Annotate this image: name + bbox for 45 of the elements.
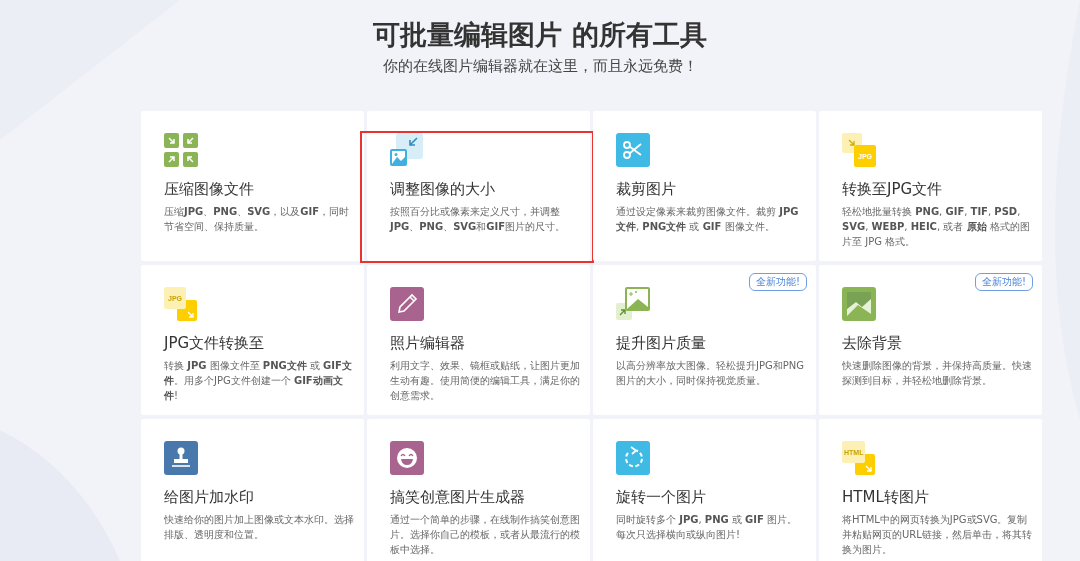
tool-description: 通过设定像素来裁剪图像文件。裁剪 JPG文件, PNG文件 或 GIF 图像文件。	[616, 205, 800, 234]
tool-card[interactable]: 照片编辑器 利用文字、效果、镜框或贴纸，让图片更加生动有趣。使用简便的编辑工具，满足你的创意需求。	[367, 265, 590, 415]
tool-title: 提升图片质量	[616, 333, 707, 353]
page-subtitle: 你的在线图片编辑器就在这里，而且永远免费！	[381, 57, 699, 76]
upscale-image-icon	[616, 287, 650, 321]
tool-description: 按照百分比或像素来定义尺寸，并调整JPG、PNG、SVG和GIF图片的尺寸。	[390, 205, 567, 234]
tool-title: 搞笑创意图片生成器	[390, 487, 526, 507]
tool-description: 轻松地批量转换 PNG, GIF, TIF, PSD, SVG, WEBP, HEIC, 或者 原始 格式的图片至 JPG 格式。	[842, 205, 1031, 249]
tool-title: 转换至JPG文件	[842, 179, 944, 199]
compress-arrows-icon	[164, 133, 198, 167]
tool-description: 同时旋转多个 JPG, PNG 或 GIF 图片。每次只选择横向或纵向图片!	[616, 513, 799, 542]
tool-description: 压缩JPG、PNG、SVG，以及GIF，同时节省空间、保持质量。	[164, 205, 351, 234]
tool-title: 裁剪图片	[616, 179, 677, 199]
tool-card[interactable]: 裁剪图片 通过设定像素来裁剪图像文件。裁剪 JPG文件, PNG文件 或 GIF 图像文件。	[593, 111, 816, 261]
tool-description: 以高分辨率放大图像。轻松提升JPG和PNG图片的大小，同时保持视觉质量。	[616, 359, 805, 388]
laughing-face-icon	[390, 441, 424, 475]
rotate-icon	[616, 441, 650, 475]
resize-image-icon	[390, 133, 424, 167]
tool-card[interactable]: 压缩图像文件 压缩JPG、PNG、SVG，以及GIF，同时节省空间、保持质量。	[141, 111, 364, 261]
tool-title: HTML转图片	[842, 487, 930, 507]
tool-card[interactable]: 全新功能! 提升图片质量 以高分辨率放大图像。轻松提升JPG和PNG图片的大小，同时保持视觉质量。	[593, 265, 816, 415]
pencil-icon	[390, 287, 424, 321]
tool-title: JPG文件转换至	[164, 333, 266, 353]
tool-title: 旋转一个图片	[616, 487, 707, 507]
tool-description: 利用文字、效果、镜框或贴纸，让图片更加生动有趣。使用简便的编辑工具，满足你的创意需求。	[390, 359, 580, 403]
tool-title: 调整图像的大小	[390, 179, 496, 199]
tool-card[interactable]: 全新功能! 去除背景 快速删除图像的背景，并保持高质量。快速探测到目标，并轻松地删除背景。	[819, 265, 1042, 415]
remove-background-icon	[842, 287, 876, 321]
tool-card[interactable]: 旋转一个图片 同时旋转多个 JPG, PNG 或 GIF 图片。每次只选择横向或纵向图片!	[593, 419, 816, 561]
tool-description: 转换 JPG 图像文件至 PNG文件 或 GIF文件。用多个JPG文件创建一个 GIF动画文件!	[164, 359, 353, 403]
tool-title: 去除背景	[842, 333, 903, 353]
tool-card[interactable]: 给图片加水印 快速给你的图片加上图像或文本水印。选择排版、透明度和位置。	[141, 419, 364, 561]
tool-card[interactable]: 搞笑创意图片生成器 通过一个简单的步骤，在线制作搞笑创意图片。选择你自己的模板，或者从最流行的模板中选择。	[367, 419, 590, 561]
tool-description: 快速删除图像的背景，并保持高质量。快速探测到目标，并轻松地删除背景。	[842, 359, 1032, 388]
tool-title: 给图片加水印	[164, 487, 255, 507]
tool-title: 压缩图像文件	[164, 179, 255, 199]
new-feature-badge: 全新功能!	[975, 273, 1033, 291]
tool-description: 快速给你的图片加上图像或文本水印。选择排版、透明度和位置。	[164, 513, 354, 542]
tool-description: 将HTML中的网页转换为JPG或SVG。复制并粘贴网页的URL链接，然后单击，将其转换为图片。	[842, 513, 1032, 557]
tool-title: 照片编辑器	[390, 333, 466, 353]
stamp-icon	[164, 441, 198, 475]
page-title: 可批量编辑图片 的所有工具	[372, 18, 708, 52]
scissors-icon	[616, 133, 650, 167]
new-feature-badge: 全新功能!	[749, 273, 807, 291]
tool-description: 通过一个简单的步骤，在线制作搞笑创意图片。选择你自己的模板，或者从最流行的模板中选择。	[390, 513, 580, 557]
